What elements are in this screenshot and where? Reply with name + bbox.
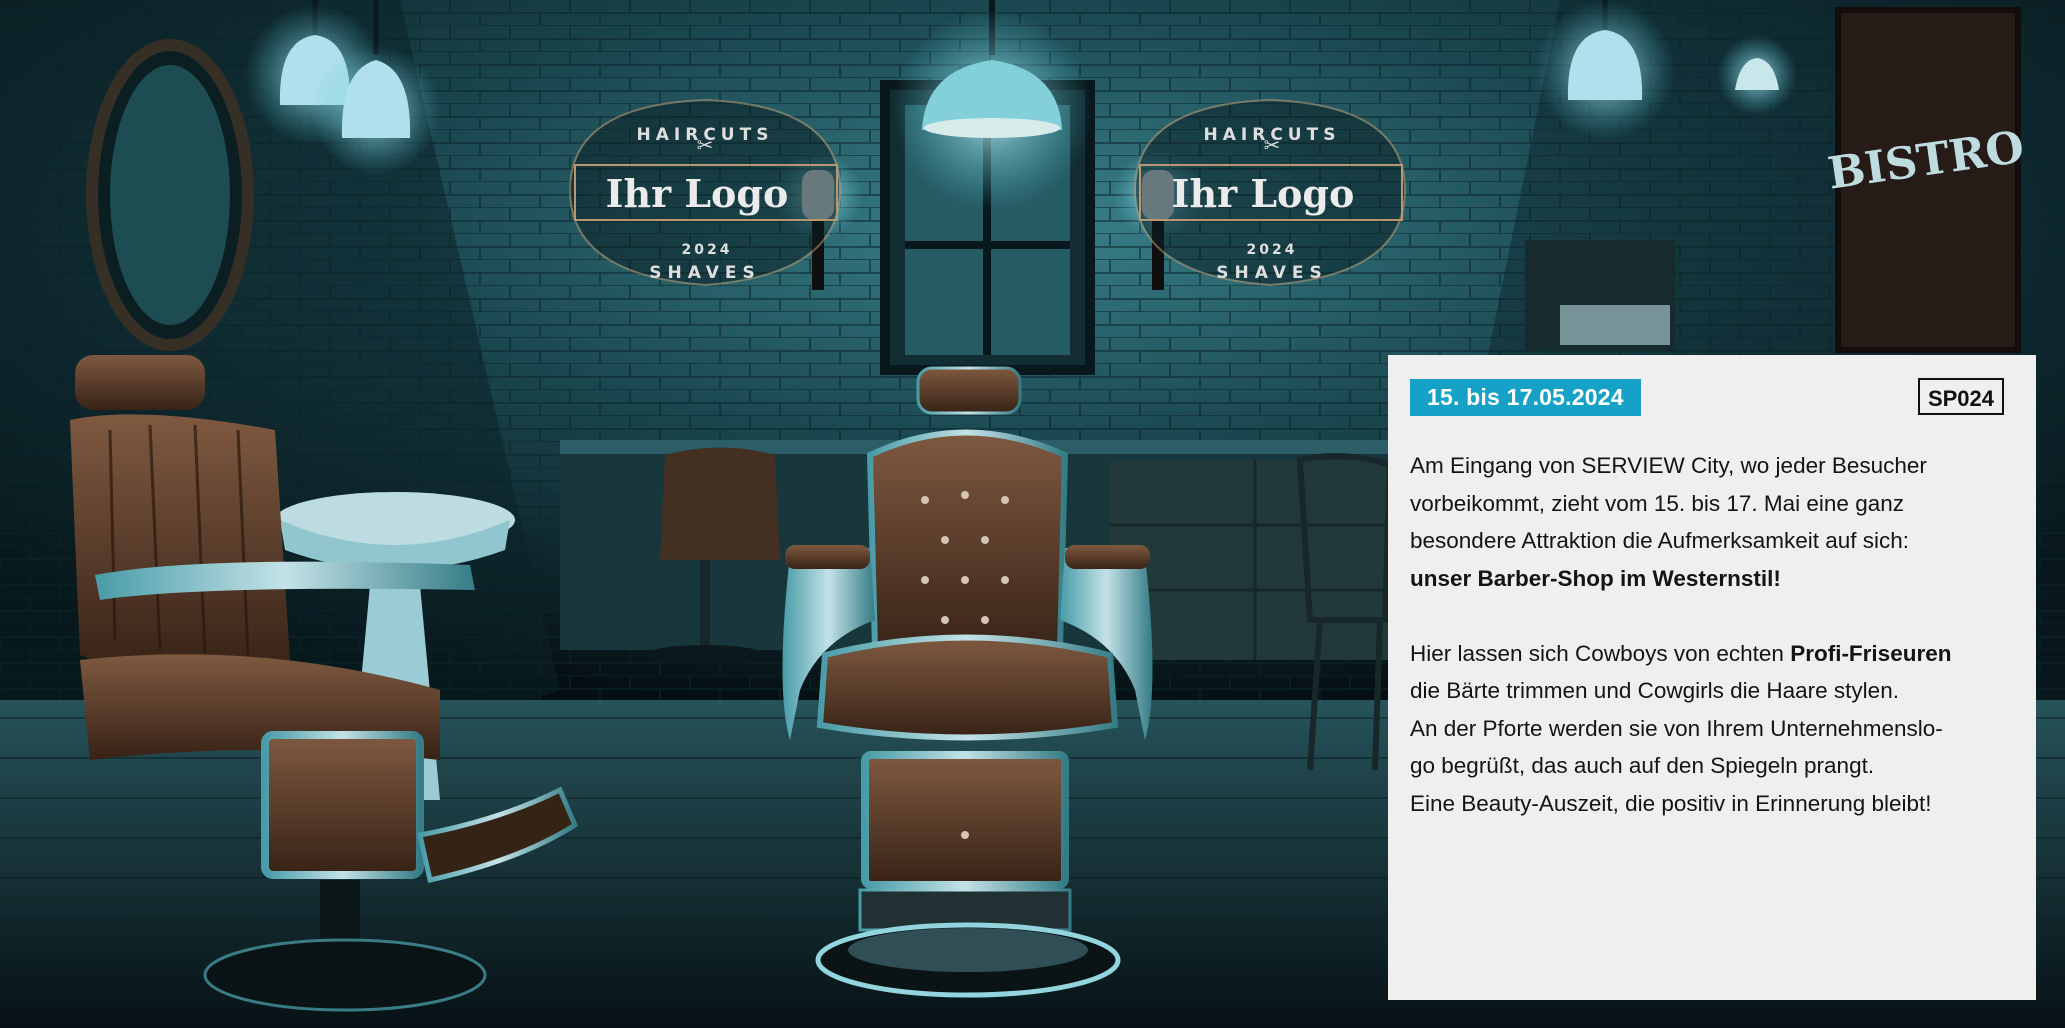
description-line: besondere Attraktion die Aufmerksamkeit … <box>1410 528 1910 553</box>
event-code-badge: SP024 <box>1917 378 2004 415</box>
description-line: Am Eingang von SERVIEW City, wo jeder Be… <box>1410 453 1927 478</box>
event-info-panel: 15. bis 17.05.2024 SP024 Am Eingang von … <box>1388 355 2036 1000</box>
description-bold: Profi-Friseuren <box>1790 640 1952 666</box>
description-highlight: unser Barber-Shop im Westernstil! <box>1410 565 1781 591</box>
event-description: Am Eingang von SERVIEW City, wo jeder Be… <box>1410 447 2010 822</box>
description-line: An der Pforte werden sie von Ihrem Unter… <box>1410 715 1943 741</box>
description-line: vorbeikommt, zieht vom 15. bis 17. Mai e… <box>1410 490 1904 516</box>
description-line: Hier lassen sich Cowboys von echten Prof… <box>1410 640 1952 666</box>
barbershop-ad: BISTRO HAIRCUTS ✂ Ihr Logo 2024 SHAVES H… <box>0 0 2065 1028</box>
description-line: go begrüßt, das auch auf den Spiegeln pr… <box>1410 753 1875 778</box>
description-line: Eine Beauty-Auszeit, die positiv in Erin… <box>1410 790 1932 816</box>
description-line: die Bärte trimmen und Cowgirls die Haare… <box>1410 678 1899 703</box>
date-badge: 15. bis 17.05.2024 <box>1410 379 1641 416</box>
